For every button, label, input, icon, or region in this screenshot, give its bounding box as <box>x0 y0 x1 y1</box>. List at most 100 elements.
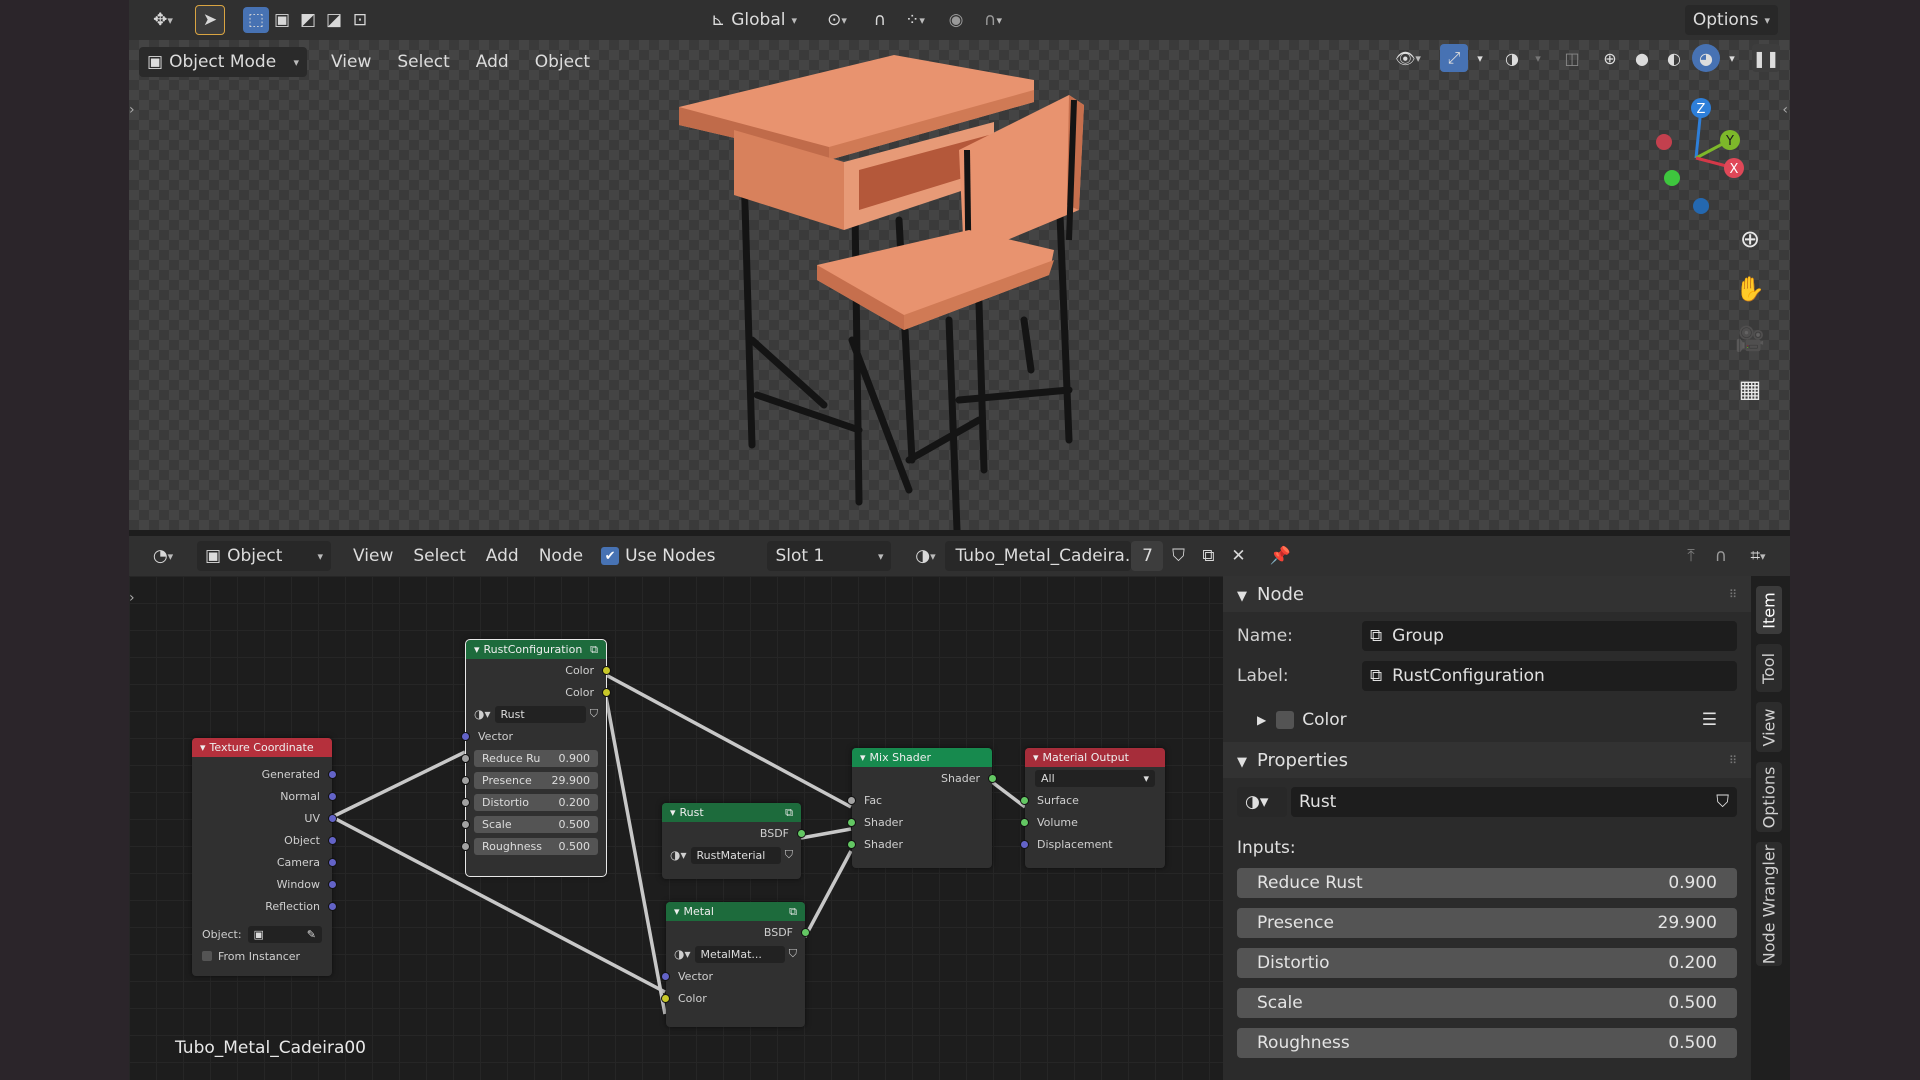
desk-chair-model[interactable] <box>649 40 1329 530</box>
shader-socket[interactable] <box>797 828 806 838</box>
mode-dropdown[interactable]: ▣ Object Mode ▾ <box>139 47 307 77</box>
node-material-output[interactable]: ▾ Material Output All ▾ Surface Volume Di… <box>1020 748 1165 868</box>
slot-dropdown[interactable]: Slot 1 ▾ <box>767 541 892 571</box>
shading-solid-icon[interactable]: ● <box>1628 44 1656 72</box>
collapse-arrow-icon[interactable]: ▾ <box>860 751 866 764</box>
shading-dropdown-icon[interactable]: ▾ <box>1724 44 1740 72</box>
node-tree-icon[interactable]: ◑▾ <box>674 947 691 961</box>
viewport-menu-object[interactable]: Object <box>525 52 600 72</box>
node-rust[interactable]: ▾ Rust ⧉ BSDF ◑▾ RustMaterial ⛉ <box>662 803 806 879</box>
select-tool-icon[interactable]: ➤ <box>195 5 225 35</box>
shader-socket[interactable] <box>801 927 810 937</box>
color-socket[interactable] <box>661 993 670 1003</box>
output-target-dropdown[interactable]: All ▾ <box>1035 769 1155 787</box>
perspective-grid-icon[interactable]: ▦ <box>1732 372 1768 406</box>
3d-viewport[interactable]: ▣ Object Mode ▾ View Select Add Object 👁… <box>129 40 1790 530</box>
shader-socket[interactable] <box>847 817 856 827</box>
vector-socket[interactable] <box>328 791 337 801</box>
fake-user-shield-icon[interactable]: ⛉ <box>590 707 598 721</box>
snap-magnet-icon[interactable]: ∩ <box>865 5 895 35</box>
select-box-new-icon[interactable]: ⬚ <box>243 7 269 33</box>
proportional-edit-icon[interactable]: ◉ <box>941 5 971 35</box>
duplicate-material-icon[interactable]: ⧉ <box>1193 541 1223 571</box>
node-group-icon[interactable]: ⧉ <box>590 643 598 657</box>
tab-item[interactable]: Item <box>1756 586 1782 634</box>
node-rust-configuration[interactable]: ▾ RustConfiguration ⧉ Color Color ◑▾ Rust… <box>461 639 611 877</box>
viewport-menu-select[interactable]: Select <box>387 52 459 72</box>
node-value-field[interactable]: Distortio 0.200 <box>474 793 598 811</box>
vector-socket[interactable] <box>328 901 337 911</box>
collapse-arrow-icon[interactable]: ▾ <box>674 905 680 918</box>
select-box-subtract-icon[interactable]: ◩ <box>295 5 321 35</box>
camera-view-icon[interactable]: 🎥 <box>1732 322 1768 356</box>
node-tree-icon[interactable]: ◑▾ <box>670 848 687 862</box>
gizmo-toggle-icon[interactable]: ⤢ <box>1440 44 1468 72</box>
node-tree-icon[interactable]: ◑▾ <box>474 707 491 721</box>
shading-wireframe-icon[interactable]: ⊕ <box>1596 44 1624 72</box>
vector-socket[interactable] <box>328 857 337 867</box>
node-group-icon[interactable]: ⧉ <box>785 806 793 820</box>
fake-user-shield-icon[interactable]: ⛉ <box>789 947 797 961</box>
select-box-extend-icon[interactable]: ▣ <box>269 5 295 35</box>
vector-socket[interactable] <box>328 879 337 889</box>
zoom-icon[interactable]: ⊕ <box>1732 222 1768 256</box>
gizmo-dropdown-icon[interactable]: ▾ <box>1472 44 1488 72</box>
tab-options[interactable]: Options <box>1756 762 1782 832</box>
from-instancer-row[interactable]: From Instancer <box>192 945 332 967</box>
node-panel-header[interactable]: ▼ Node ⠿ <box>1223 576 1751 612</box>
node-metal[interactable]: ▾ Metal ⧉ BSDF ◑▾ MetalMat... ⛉ Vector Co… <box>661 902 810 1027</box>
color-socket[interactable] <box>602 687 611 697</box>
drag-handle-icon[interactable]: ⠿ <box>1729 754 1737 767</box>
shader-socket[interactable] <box>988 773 997 783</box>
group-name-field[interactable]: Rust <box>494 705 586 723</box>
node-menu-add[interactable]: Add <box>476 546 529 566</box>
node-group-icon[interactable]: ⧉ <box>789 905 797 919</box>
node-value-field[interactable]: Roughness 0.500 <box>474 837 598 855</box>
tab-node-wrangler[interactable]: Node Wrangler <box>1756 842 1782 966</box>
node-menu-view[interactable]: View <box>343 546 403 566</box>
color-subpanel[interactable]: ▶ Color ☰ <box>1223 700 1751 740</box>
material-name-field[interactable]: Tubo_Metal_Cadeira... <box>945 541 1141 571</box>
fake-user-shield-icon[interactable]: ⛉ <box>1163 541 1193 571</box>
unlink-close-icon[interactable]: ✕ <box>1223 541 1253 571</box>
parent-node-tree-icon[interactable]: ⤒ <box>1676 541 1706 571</box>
input-slider[interactable]: Distortio 0.200 <box>1237 948 1737 978</box>
eyedropper-icon[interactable]: ✎ <box>307 928 316 941</box>
drag-handle-icon[interactable]: ⠿ <box>1729 588 1737 601</box>
node-editor-object-dropdown[interactable]: ▣ Object ▾ <box>197 541 331 571</box>
tab-tool[interactable]: Tool <box>1756 644 1782 692</box>
toolbar-expand-arrow-icon[interactable]: › <box>129 102 135 118</box>
group-name-field[interactable]: RustMaterial <box>690 846 781 864</box>
fake-user-shield-icon[interactable]: ⛉ <box>1716 792 1729 812</box>
vector-socket[interactable] <box>461 731 470 741</box>
node-texture-coordinate[interactable]: ▾ Texture Coordinate Generated Normal UV… <box>192 738 337 976</box>
properties-panel-header[interactable]: ▼ Properties ⠿ <box>1223 742 1751 778</box>
color-socket[interactable] <box>602 665 611 675</box>
node-mix-shader[interactable]: ▾ Mix Shader Shader Fac Shader Shader <box>847 748 997 868</box>
viewport-menu-view[interactable]: View <box>321 52 381 72</box>
viewport-menu-add[interactable]: Add <box>466 52 519 72</box>
falloff-curve-icon[interactable]: ∩ ▾ <box>971 5 1015 35</box>
shader-socket[interactable] <box>1020 795 1029 805</box>
snap-grid-icon[interactable]: ⁘ ▾ <box>895 5 935 35</box>
node-value-field[interactable]: Scale 0.500 <box>474 815 598 833</box>
value-socket[interactable] <box>461 819 470 829</box>
node-canvas[interactable]: › ▾ Texture Coordinate Generated Normal … <box>129 576 1223 1080</box>
transform-pivot-icon[interactable]: ✥ ▾ <box>141 5 185 35</box>
collapse-arrow-icon[interactable]: ▾ <box>670 806 676 819</box>
vector-socket[interactable] <box>661 971 670 981</box>
checkbox-unchecked-icon[interactable] <box>202 951 212 961</box>
shader-socket[interactable] <box>1020 817 1029 827</box>
color-checkbox[interactable] <box>1276 711 1295 729</box>
shading-rendered-icon[interactable]: ◕ <box>1692 44 1720 72</box>
input-slider[interactable]: Roughness 0.500 <box>1237 1028 1737 1058</box>
group-name-field[interactable]: MetalMat... <box>694 945 785 963</box>
value-socket[interactable] <box>461 797 470 807</box>
node-menu-node[interactable]: Node <box>529 546 593 566</box>
value-socket[interactable] <box>461 753 470 763</box>
value-socket[interactable] <box>461 841 470 851</box>
visibility-eye-icon[interactable]: 👁 ▾ <box>1386 44 1430 72</box>
vector-socket[interactable] <box>1020 839 1029 849</box>
shader-socket[interactable] <box>847 839 856 849</box>
list-icon[interactable]: ☰ <box>1702 710 1717 730</box>
